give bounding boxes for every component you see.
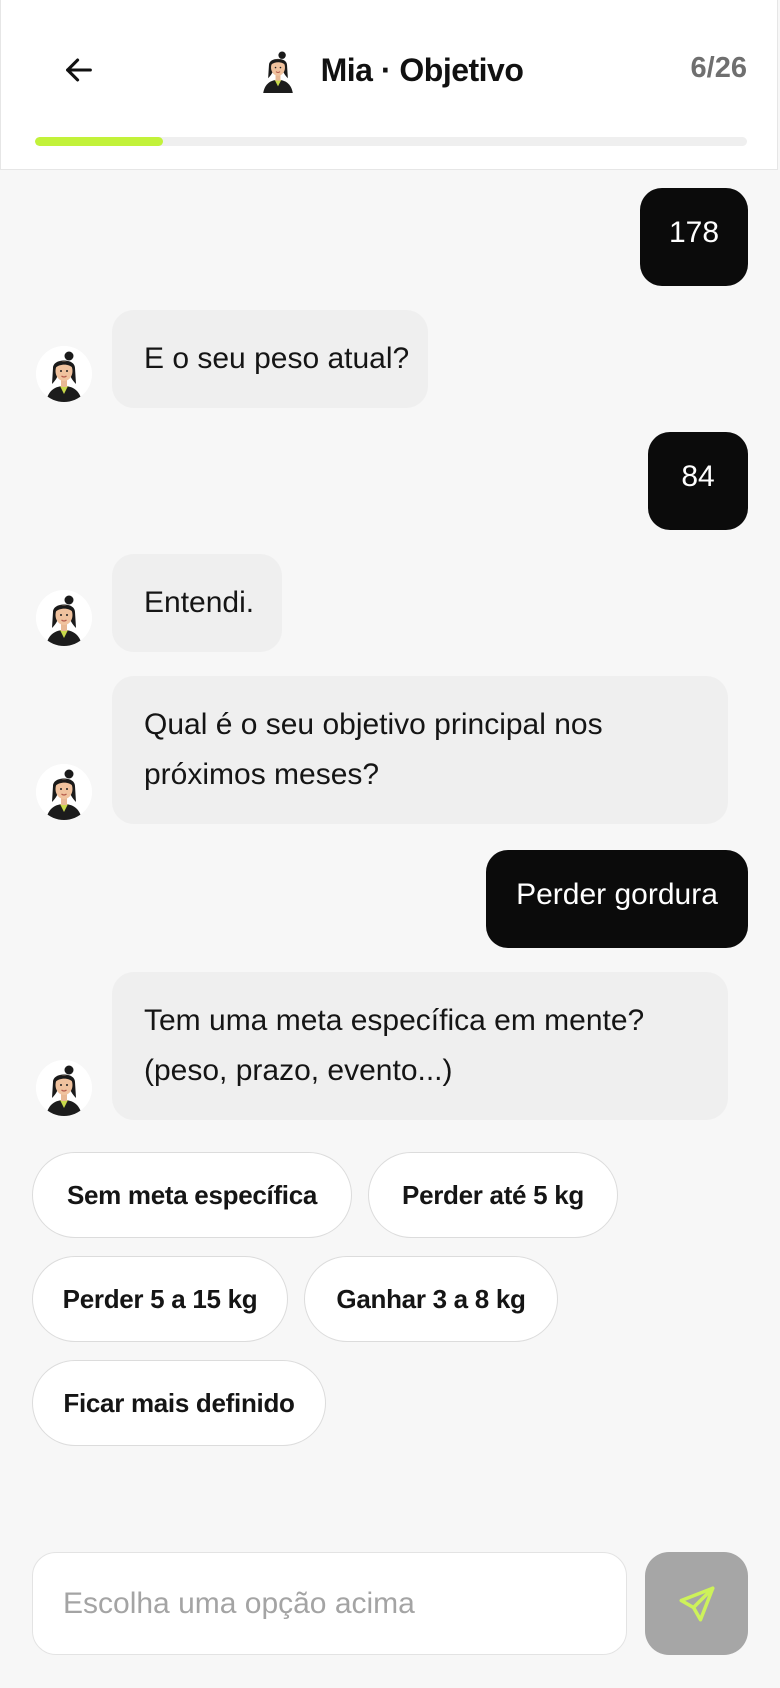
- message-text: Entendi.: [144, 586, 255, 619]
- user-message: 84: [648, 432, 748, 530]
- message-line: Tem uma meta específica em mente?: [144, 1004, 645, 1037]
- bot-message: E o seu peso atual?: [112, 310, 428, 408]
- send-icon: [679, 1586, 714, 1621]
- chat-header: Mia · Objetivo 6/26: [0, 0, 778, 170]
- send-button[interactable]: [645, 1552, 748, 1655]
- message-text: E o seu peso atual?: [144, 342, 410, 375]
- bot-avatar: [36, 1060, 92, 1116]
- bot-avatar: [36, 346, 92, 402]
- message-text: 84: [681, 460, 715, 493]
- bot-avatar: [36, 764, 92, 820]
- message-text: Perder gordura: [516, 878, 718, 911]
- progress-fill: [35, 137, 164, 146]
- option-chip-sem-meta[interactable]: Sem meta específica: [32, 1152, 352, 1238]
- message-line: (peso, prazo, evento...): [144, 1054, 453, 1087]
- header-title-group: Mia · Objetivo: [1, 44, 777, 96]
- message-line: próximos meses?: [144, 758, 380, 791]
- user-message: 178: [640, 188, 748, 286]
- mia-avatar: [255, 47, 301, 93]
- bot-message: Tem uma meta específica em mente? (peso,…: [112, 972, 728, 1120]
- mia-avatar-icon: [36, 1060, 92, 1116]
- page-title: Mia · Objetivo: [320, 51, 524, 88]
- mia-avatar-icon: [36, 764, 92, 820]
- message-input[interactable]: [32, 1552, 627, 1655]
- option-chip-perder-ate-5kg[interactable]: Perder até 5 kg: [368, 1152, 618, 1238]
- message-text: 178: [668, 216, 720, 249]
- option-chip-ficar-definido[interactable]: Ficar mais definido: [32, 1360, 326, 1446]
- mia-avatar-icon: [36, 590, 92, 646]
- option-chip-ganhar-3-8kg[interactable]: Ganhar 3 a 8 kg: [304, 1256, 558, 1342]
- progress-bar: [35, 137, 747, 146]
- bot-message: Entendi.: [112, 554, 282, 652]
- message-line: Qual é o seu objetivo principal nos: [144, 708, 603, 741]
- bot-message: Qual é o seu objetivo principal nos próx…: [112, 676, 728, 824]
- option-chip-perder-5-15kg[interactable]: Perder 5 a 15 kg: [32, 1256, 288, 1342]
- mia-avatar-icon: [36, 346, 92, 402]
- bot-avatar: [36, 590, 92, 646]
- user-message: Perder gordura: [486, 850, 748, 948]
- step-counter: 6/26: [690, 52, 747, 84]
- chat-thread: 178 E o seu peso atual? 84 Entendi. Qual…: [0, 170, 780, 1540]
